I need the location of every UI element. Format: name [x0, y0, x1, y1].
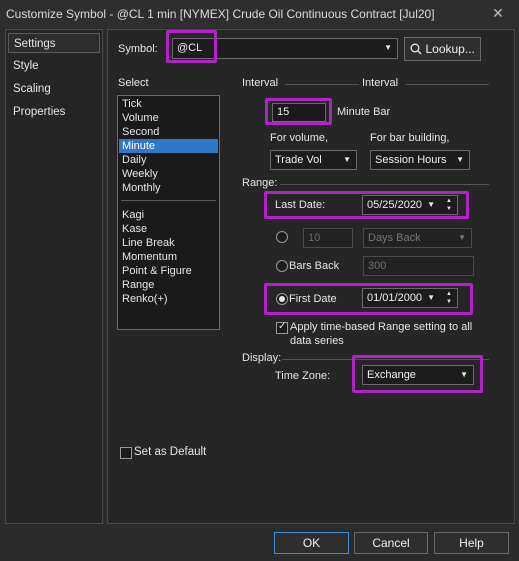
- chevron-down-icon: ▼: [460, 370, 468, 379]
- list-item-point-figure[interactable]: Point & Figure: [119, 264, 218, 278]
- interval-divider-right: [406, 84, 489, 85]
- interval-label: Interval: [242, 77, 279, 89]
- list-separator: [121, 200, 216, 201]
- chevron-down-icon: ▼: [427, 200, 435, 209]
- spinner-icon[interactable]: ▲ ▼: [444, 290, 454, 306]
- close-icon[interactable]: ✕: [490, 5, 506, 21]
- symbol-combobox[interactable]: @CL ▼: [172, 38, 398, 59]
- bar-building-value: Session Hours: [375, 154, 447, 166]
- first-date-picker[interactable]: 01/01/2000 ▼ ▲ ▼: [362, 288, 458, 308]
- list-item-minute[interactable]: Minute: [119, 139, 218, 153]
- nav-item-settings[interactable]: Settings: [8, 33, 100, 53]
- list-item-tick[interactable]: Tick: [119, 97, 218, 111]
- days-back-radio[interactable]: [276, 231, 288, 243]
- window-title: Customize Symbol - @CL 1 min [NYMEX] Cru…: [6, 7, 435, 21]
- symbol-value: @CL: [177, 42, 203, 54]
- days-back-value: Days Back: [368, 232, 421, 244]
- lookup-label: Lookup...: [425, 42, 475, 56]
- chevron-down-icon: ▼: [427, 293, 435, 302]
- for-bar-building-label: For bar building,: [370, 132, 450, 144]
- first-date-radio[interactable]: [276, 293, 288, 305]
- set-default-checkbox[interactable]: [120, 447, 132, 459]
- last-date-value: 05/25/2020: [367, 199, 423, 211]
- interval-value-input[interactable]: 15: [272, 103, 326, 122]
- list-item-monthly[interactable]: Monthly: [119, 181, 218, 195]
- for-volume-label: For volume,: [270, 132, 329, 144]
- last-date-picker[interactable]: 05/25/2020 ▼ ▲ ▼: [362, 195, 458, 215]
- bars-back-input[interactable]: 300: [363, 256, 474, 276]
- display-divider: [282, 359, 489, 360]
- volume-type-select[interactable]: Trade Vol ▼: [270, 150, 357, 170]
- nav-item-properties[interactable]: Properties: [8, 102, 100, 122]
- cancel-button[interactable]: Cancel: [354, 532, 428, 554]
- last-date-label: Last Date:: [275, 199, 326, 211]
- first-date-value: 01/01/2000: [367, 292, 423, 304]
- chevron-down-icon: ▼: [343, 155, 351, 164]
- bars-back-label: Bars Back: [289, 260, 340, 272]
- bars-back-radio[interactable]: [276, 260, 288, 272]
- days-back-select[interactable]: Days Back ▼: [363, 228, 472, 248]
- list-item-volume[interactable]: Volume: [119, 111, 218, 125]
- interval-unit-label: Minute Bar: [337, 106, 391, 118]
- list-item-second[interactable]: Second: [119, 125, 218, 139]
- time-zone-value: Exchange: [367, 369, 416, 381]
- volume-type-value: Trade Vol: [275, 154, 322, 166]
- time-zone-select[interactable]: Exchange ▼: [362, 365, 474, 385]
- interval-divider: [285, 84, 359, 85]
- lookup-button[interactable]: Lookup...: [404, 37, 481, 61]
- chevron-down-icon: ▼: [456, 155, 464, 164]
- interval-header: Interval: [362, 77, 399, 89]
- days-back-count-input[interactable]: 10: [303, 228, 353, 248]
- set-default-label: Set as Default: [134, 446, 207, 458]
- range-divider: [280, 184, 489, 185]
- title-bar: Customize Symbol - @CL 1 min [NYMEX] Cru…: [0, 0, 519, 28]
- list-item-line-break[interactable]: Line Break: [119, 236, 218, 250]
- time-zone-label: Time Zone:: [275, 370, 331, 382]
- help-button[interactable]: Help: [434, 532, 509, 554]
- list-item-daily[interactable]: Daily: [119, 153, 218, 167]
- search-icon: [410, 43, 422, 55]
- chevron-down-icon: ▼: [384, 43, 392, 52]
- ok-button[interactable]: OK: [274, 532, 349, 554]
- spinner-icon[interactable]: ▲ ▼: [444, 197, 454, 213]
- chevron-down-icon: ▼: [458, 233, 466, 242]
- list-item-momentum[interactable]: Momentum: [119, 250, 218, 264]
- bar-building-select[interactable]: Session Hours ▼: [370, 150, 470, 170]
- nav-item-style[interactable]: Style: [8, 56, 100, 76]
- settings-nav: Settings Style Scaling Properties: [5, 29, 103, 524]
- bar-type-list: Tick Volume Second Minute Daily Weekly M…: [117, 95, 220, 330]
- list-item-kase[interactable]: Kase: [119, 222, 218, 236]
- range-label: Range:: [242, 177, 278, 189]
- display-label: Display:: [242, 352, 282, 364]
- list-item-kagi[interactable]: Kagi: [119, 208, 218, 222]
- list-item-weekly[interactable]: Weekly: [119, 167, 218, 181]
- symbol-label: Symbol:: [118, 43, 158, 55]
- nav-item-scaling[interactable]: Scaling: [8, 79, 100, 99]
- first-date-label: First Date: [289, 293, 337, 305]
- apply-range-label-line2: data series: [290, 335, 344, 347]
- list-item-range[interactable]: Range: [119, 278, 218, 292]
- apply-range-label-line1: Apply time-based Range setting to all: [290, 321, 473, 333]
- apply-range-checkbox[interactable]: [276, 321, 288, 334]
- list-item-renko[interactable]: Renko(+): [119, 292, 218, 306]
- select-label: Select: [118, 77, 149, 89]
